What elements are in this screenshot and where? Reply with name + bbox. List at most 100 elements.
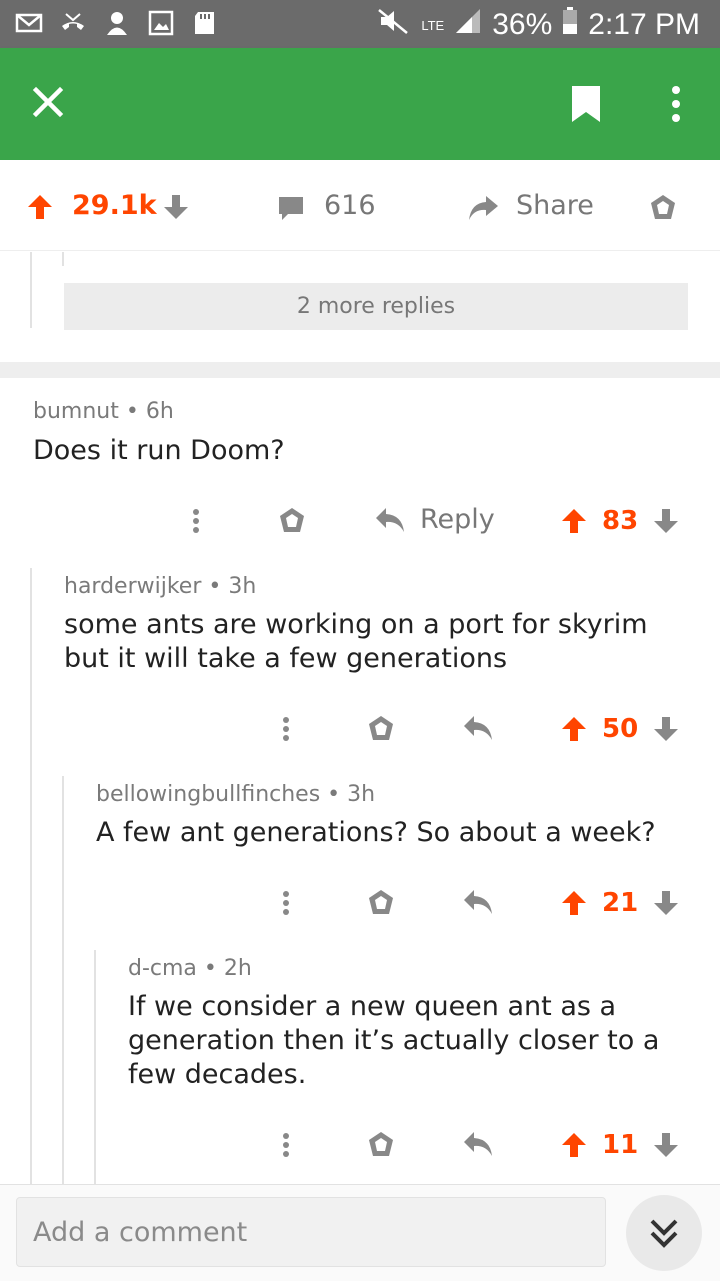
thread-line [30,568,32,1184]
comment-vote: 50 [560,714,680,744]
more-vertical-icon [193,509,199,533]
comment-reply-button[interactable]: Reply [374,504,495,535]
more-vertical-icon [283,891,289,915]
post-upvote-button[interactable] [26,193,54,225]
comment-author[interactable]: bellowingbullfinches [96,782,320,807]
comment-separator [0,362,720,378]
notification-icons [14,8,220,38]
share-button[interactable]: Share [516,190,594,221]
upvote-icon[interactable] [560,715,588,743]
comment-author[interactable]: harderwijker [64,574,201,599]
battery-level: 36% [492,8,553,41]
thread-line [94,950,96,1184]
comment-more-button[interactable] [186,506,206,536]
comment-more-button[interactable] [276,888,296,918]
award-icon [280,508,304,532]
comment-score: 50 [602,714,639,744]
comment-body: If we consider a new queen ant as a gene… [128,991,660,1090]
award-icon [369,716,393,740]
comment-award-button[interactable] [366,1130,396,1160]
comment-count[interactable]: 616 [324,190,376,221]
bookmark-icon [572,86,600,122]
comment-age: 3h [347,782,376,807]
award-icon [369,890,393,914]
comment-body: some ants are working on a port for skyr… [64,609,648,674]
comment-meta: bumnut • 6h [33,399,174,424]
add-comment-input[interactable]: Add a comment [16,1197,606,1267]
comment-meta: harderwijker • 3h [64,574,257,599]
collapse-button[interactable] [626,1195,702,1271]
comment-body: Does it run Doom? [33,435,285,466]
mail-icon [14,8,44,38]
more-vertical-icon [283,1133,289,1157]
upvote-icon[interactable] [560,507,588,535]
sd-card-icon [190,8,220,38]
signal-icon [454,7,482,43]
comment-meta: d-cma • 2h [128,956,252,981]
post-score: 29.1k [72,190,157,221]
more-replies-button[interactable]: 2 more replies [64,283,688,330]
status-indicators: LTE 36% 2:17 PM [377,6,700,44]
reply-label: Reply [420,504,495,535]
comment-age: 6h [145,399,174,424]
upvote-icon[interactable] [560,889,588,917]
comment-age: 2h [223,956,252,981]
downvote-icon[interactable] [652,715,680,743]
comments-icon[interactable] [276,194,306,226]
downvote-icon[interactable] [652,507,680,535]
comment-more-button[interactable] [276,714,296,744]
image-icon [146,8,176,38]
lte-indicator: LTE [421,17,445,33]
clock: 2:17 PM [588,8,700,41]
comment-composer: Add a comment [0,1184,720,1281]
reply-icon [464,1132,492,1156]
comment-meta: bellowingbullfinches • 3h [96,782,376,807]
comment-vote: 21 [560,888,680,918]
comment-reply-button[interactable] [462,888,494,916]
comment-award-button[interactable] [366,714,396,744]
post-action-bar: 29.1k 616 Share [0,160,720,251]
thread-line [30,252,32,328]
upvote-icon [28,195,52,219]
comment-award-button[interactable] [366,888,396,918]
comment-author[interactable]: bumnut [33,399,119,424]
status-bar: LTE 36% 2:17 PM [0,0,720,48]
comment-reply-button[interactable] [462,1130,494,1158]
comment-score: 11 [602,1130,639,1160]
comment-score: 21 [602,888,639,918]
comment-score: 83 [602,506,639,536]
downvote-icon[interactable] [652,1131,680,1159]
comment-vote: 11 [560,1130,680,1160]
more-options-button[interactable] [656,80,696,128]
share-icon[interactable] [466,194,500,226]
post-downvote-button[interactable] [162,193,190,225]
more-vertical-icon [283,717,289,741]
comment-author[interactable]: d-cma [128,956,197,981]
battery-icon [562,7,578,43]
award-icon [651,195,675,219]
person-icon [102,8,132,38]
thread-line [62,252,64,266]
close-icon [32,86,64,118]
comment-more-button[interactable] [276,1130,296,1160]
comment-body: A few ant generations? So about a week? [96,817,656,848]
comment-vote: 83 [560,506,680,536]
downvote-icon [164,195,188,219]
award-icon [369,1132,393,1156]
downvote-icon[interactable] [652,889,680,917]
comment-age: 3h [228,574,257,599]
app-toolbar [0,48,720,160]
reply-icon [376,507,404,532]
reply-icon [464,890,492,914]
comment-reply-button[interactable] [462,714,494,742]
reply-icon [464,716,492,740]
missed-call-icon [58,8,88,38]
upvote-icon[interactable] [560,1131,588,1159]
thread-line [62,776,64,1184]
chevron-double-down-icon [650,1219,678,1248]
mute-icon [377,6,411,44]
close-button[interactable] [26,80,70,124]
award-button[interactable] [648,193,678,227]
save-post-button[interactable] [568,82,612,126]
comment-award-button[interactable] [277,506,307,536]
